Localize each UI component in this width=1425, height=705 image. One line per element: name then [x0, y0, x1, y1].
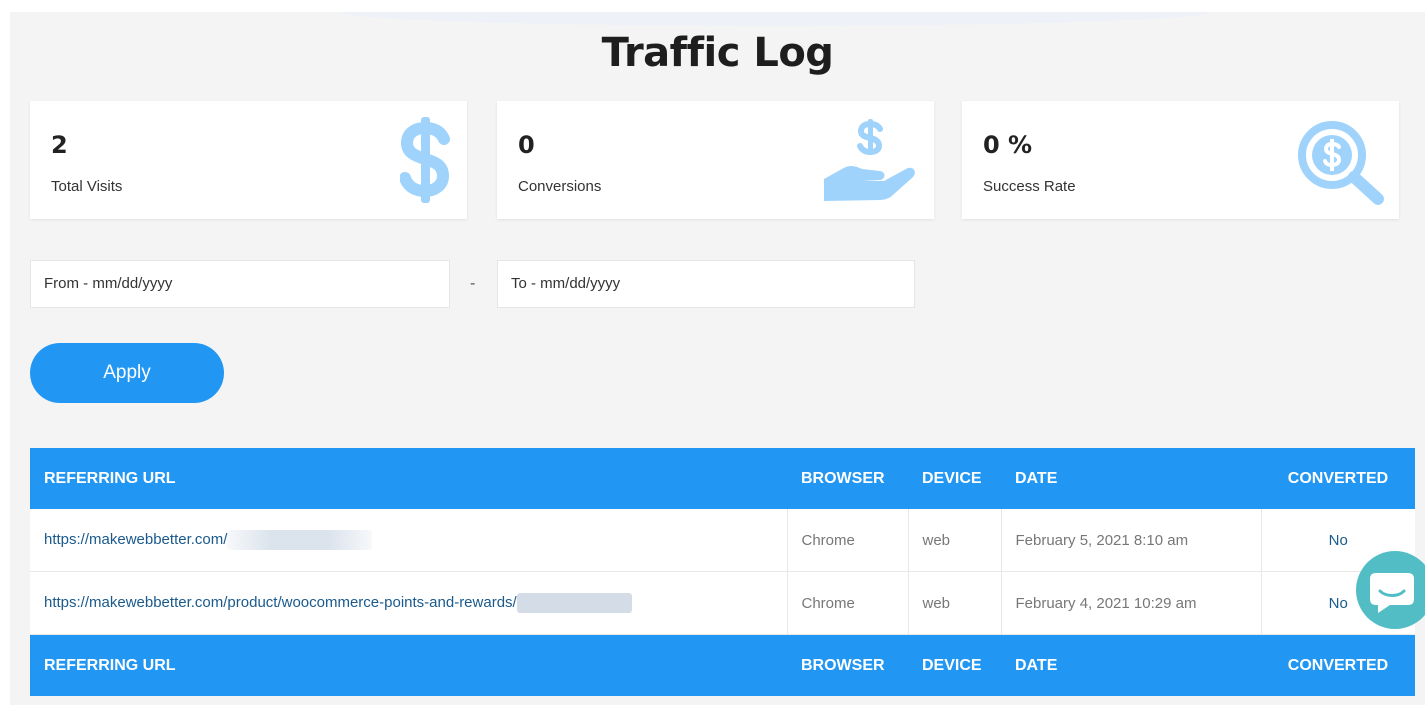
referring-url-cell[interactable]: https://makewebbetter.com/product/woocom… [30, 571, 787, 635]
referring-url-link[interactable]: https://makewebbetter.com/ [44, 531, 227, 548]
dollar-icon [400, 117, 450, 203]
success-rate-value: 0 % [983, 131, 1033, 159]
conversions-card: 0 Conversions [497, 101, 934, 219]
chat-launcher-button[interactable] [1356, 551, 1425, 629]
table-row: https://makewebbetter.com/ Chrome web Fe… [30, 509, 1415, 572]
column-header-date: DATE [1001, 448, 1261, 509]
total-visits-label: Total Visits [51, 178, 123, 195]
date-cell: February 5, 2021 8:10 am [1000, 509, 1261, 572]
table-row: https://makewebbetter.com/product/woocom… [30, 571, 1415, 635]
browser-cell: Chrome [786, 571, 908, 635]
column-footer-device: DEVICE [908, 634, 1001, 696]
success-rate-label: Success Rate [983, 178, 1076, 195]
traffic-log-page: Traffic Log 2 Total Visits 0 Conversions… [10, 12, 1425, 705]
to-date-input[interactable]: To - mm/dd/yyyy [497, 260, 915, 308]
from-date-input[interactable]: From - mm/dd/yyyy [30, 260, 450, 308]
chat-icon [1370, 573, 1414, 613]
column-footer-browser: BROWSER [787, 634, 908, 696]
device-cell: web [907, 571, 1001, 635]
traffic-table: REFERRING URL BROWSER DEVICE DATE CONVER… [30, 448, 1415, 696]
hand-dollar-icon [824, 119, 915, 201]
column-footer-referring-url: REFERRING URL [30, 634, 787, 696]
table-header-row: REFERRING URL BROWSER DEVICE DATE CONVER… [30, 448, 1415, 509]
total-visits-card: 2 Total Visits [30, 101, 467, 219]
search-dollar-icon [1298, 121, 1384, 205]
date-cell: February 4, 2021 10:29 am [1000, 571, 1261, 635]
column-header-converted: CONVERTED [1261, 448, 1415, 509]
column-header-browser: BROWSER [787, 448, 908, 509]
redacted-text [227, 530, 373, 550]
success-rate-card: 0 % Success Rate [962, 101, 1399, 219]
device-cell: web [907, 509, 1001, 572]
column-header-device: DEVICE [908, 448, 1001, 509]
referring-url-cell[interactable]: https://makewebbetter.com/ [30, 509, 787, 572]
total-visits-value: 2 [51, 131, 68, 159]
apply-button[interactable]: Apply [30, 343, 224, 403]
conversions-label: Conversions [518, 178, 602, 195]
redacted-text [516, 593, 632, 613]
column-footer-converted: CONVERTED [1261, 634, 1415, 696]
referring-url-link[interactable]: https://makewebbetter.com/product/woocom… [44, 594, 517, 611]
date-separator: - [470, 275, 476, 292]
page-title: Traffic Log [601, 30, 834, 76]
header-decoration [340, 12, 1210, 26]
conversions-value: 0 [518, 131, 535, 159]
column-header-referring-url: REFERRING URL [30, 448, 787, 509]
column-footer-date: DATE [1001, 634, 1261, 696]
browser-cell: Chrome [786, 509, 908, 572]
table-footer-row: REFERRING URL BROWSER DEVICE DATE CONVER… [30, 634, 1415, 696]
